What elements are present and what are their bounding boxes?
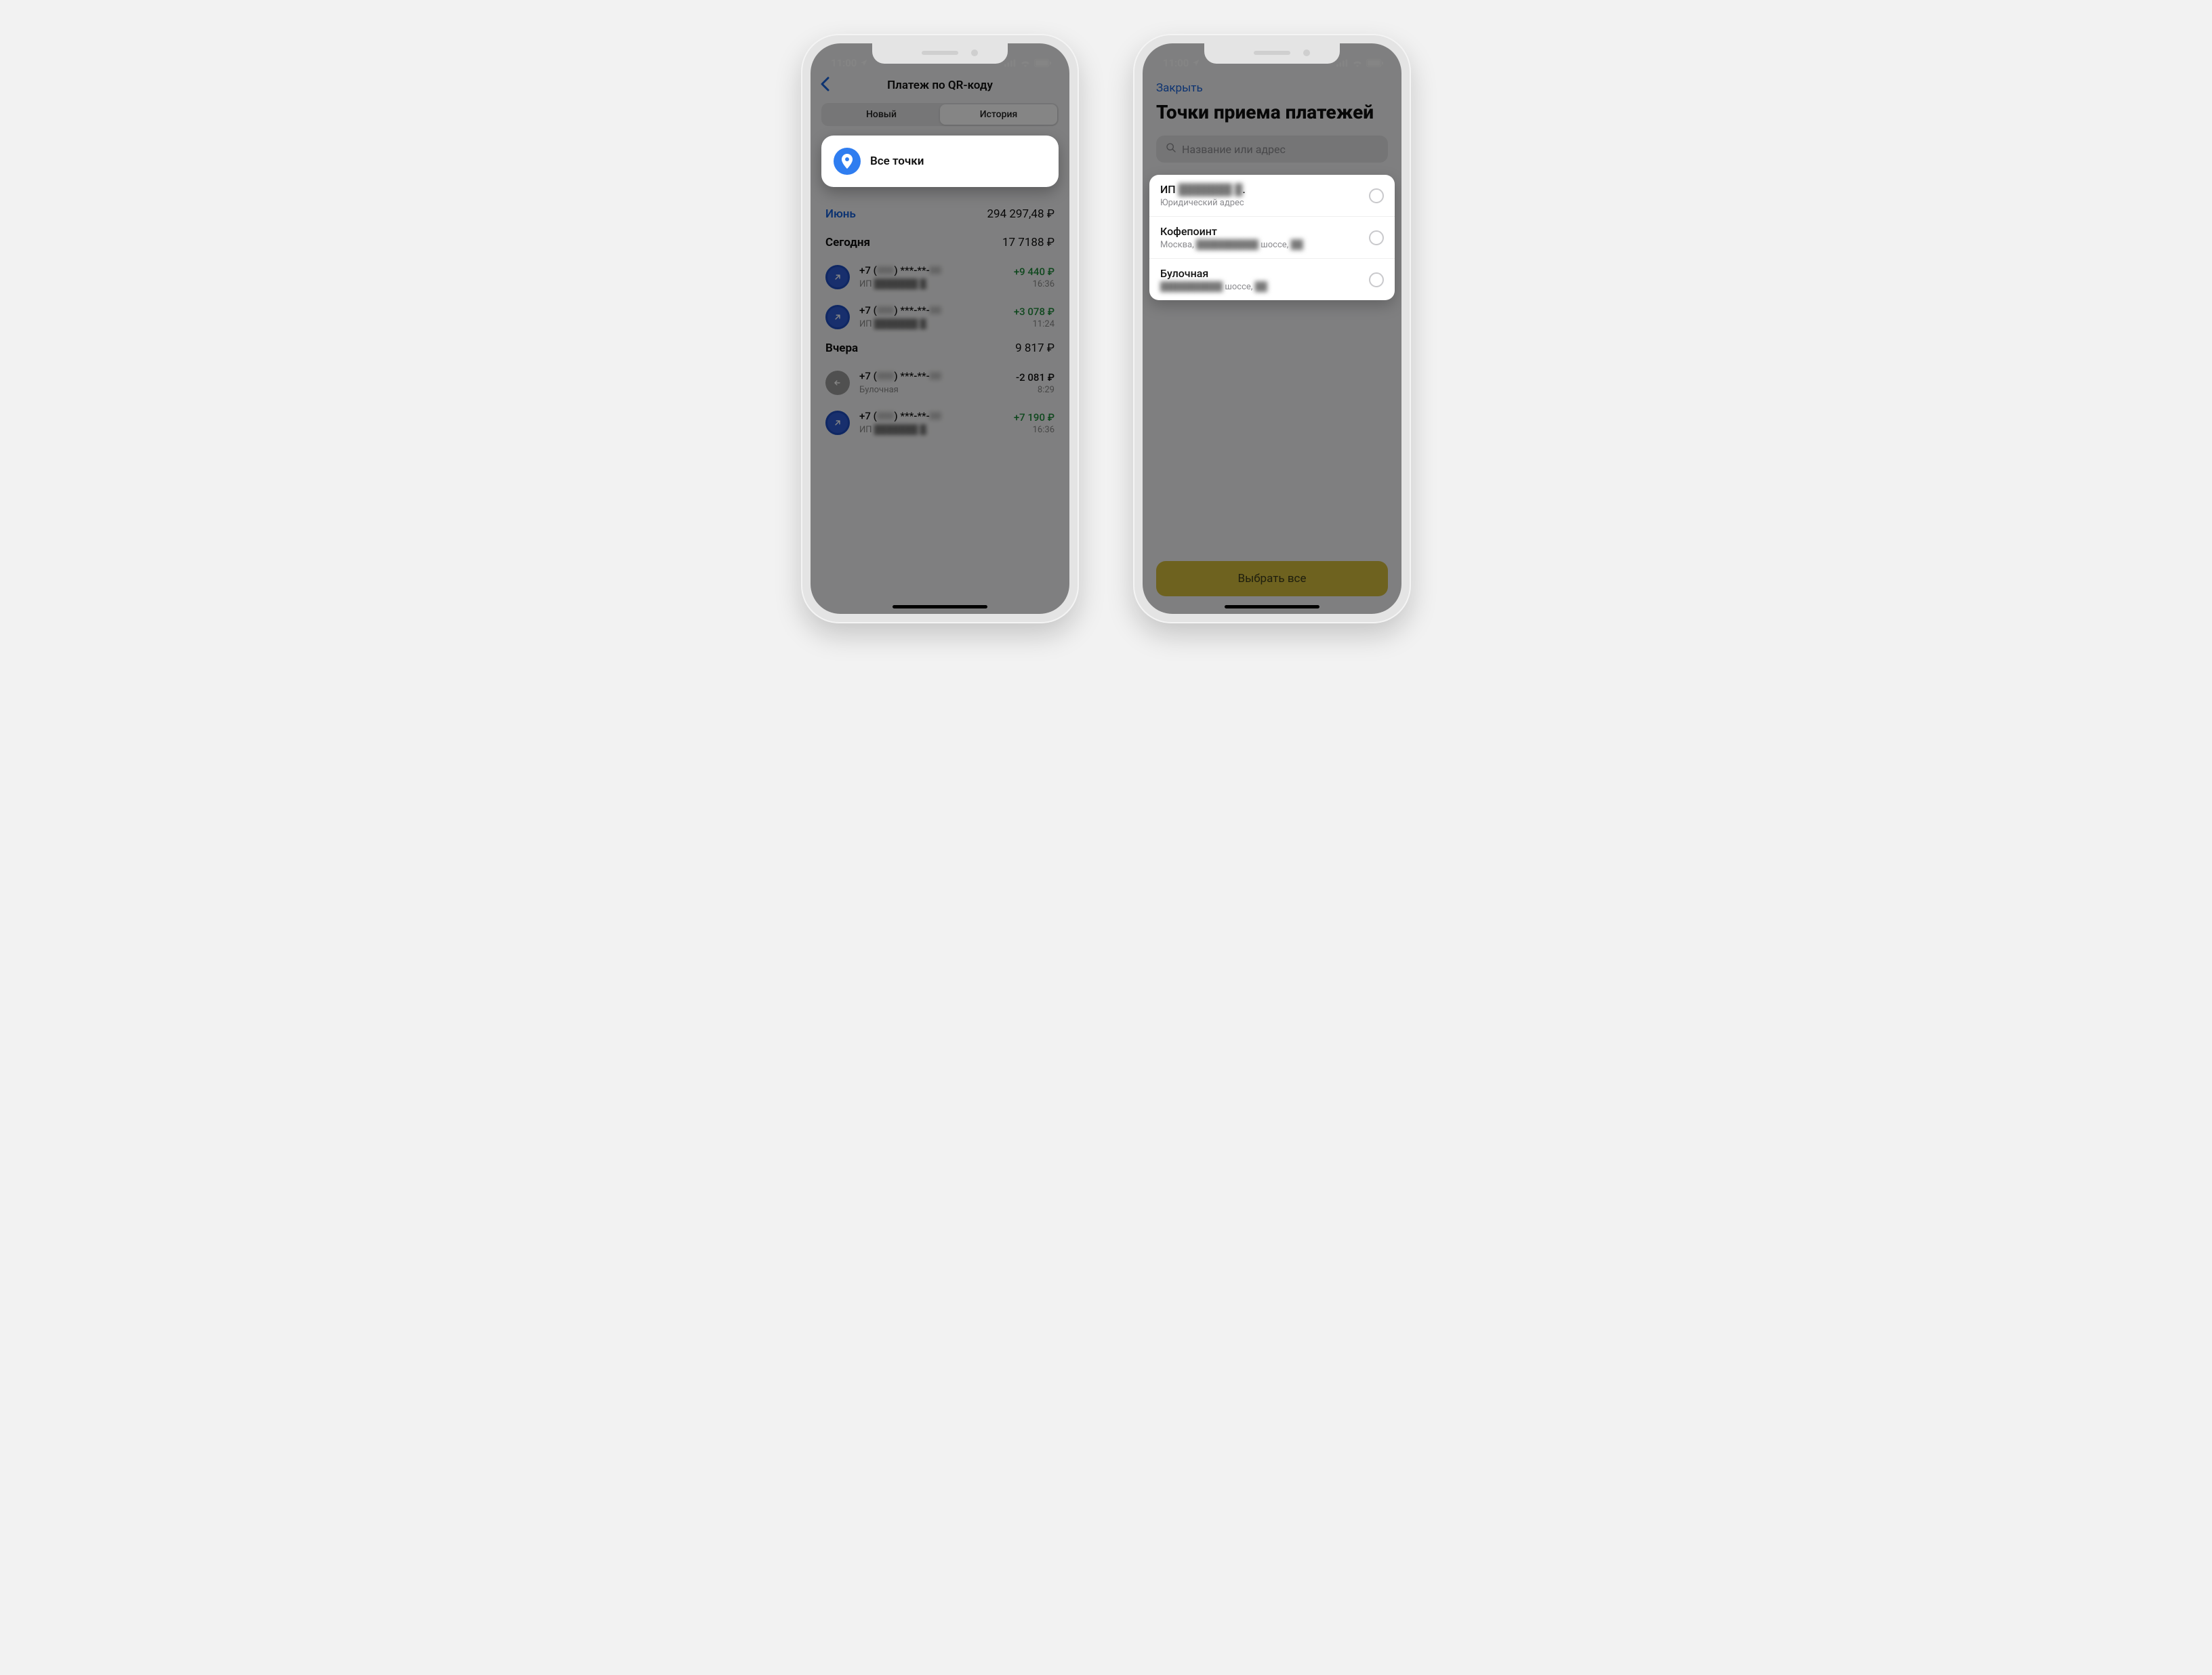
home-indicator[interactable] — [893, 605, 987, 608]
arrow-out-icon — [825, 411, 850, 435]
arrow-out-icon — [825, 265, 850, 289]
group-title: Сегодня — [825, 236, 870, 249]
txn-phone: +7 (000) ***-**-00 — [859, 304, 1004, 316]
front-camera — [971, 49, 978, 56]
txn-amount: +7 190 ₽ — [1014, 411, 1054, 423]
phone-right-screen: 11:00 Закрыть — [1143, 43, 1401, 614]
wifi-icon — [1020, 59, 1031, 67]
txn-subtitle: ИП ███████ █. — [859, 425, 928, 435]
radio-button[interactable] — [1369, 188, 1384, 203]
phone-right-frame: 11:00 Закрыть — [1133, 34, 1411, 623]
tab-new[interactable]: Новый — [823, 104, 940, 125]
radio-button[interactable] — [1369, 230, 1384, 245]
transaction-row[interactable]: +7 (000) ***-**-00 Булочная -2 081 ₽8:29 — [811, 365, 1069, 405]
transaction-row[interactable]: +7 (000) ***-**-00 ИП ███████ █. +9 440 ₽1… — [811, 259, 1069, 299]
segmented-control[interactable]: Новый История — [821, 103, 1059, 126]
arrow-out-icon — [825, 305, 850, 329]
txn-phone: +7 (000) ***-**-00 — [859, 370, 1006, 382]
month-label: Июнь — [825, 207, 856, 221]
signal-icon — [1336, 59, 1349, 67]
month-total: 294 297,48 ₽ — [987, 207, 1055, 221]
battery-icon — [1366, 59, 1384, 67]
list-item[interactable]: КофепоинтМосква, ██████████ шоссе, ██ — [1149, 216, 1395, 258]
point-name: Кофепоинт — [1160, 225, 1361, 238]
front-camera — [1303, 49, 1310, 56]
txn-amount: +9 440 ₽ — [1014, 266, 1054, 278]
point-address: Юридический адрес — [1160, 198, 1361, 208]
nav-bar: Платеж по QR-коду — [811, 73, 1069, 99]
txn-phone: +7 (000) ***-**-00 — [859, 264, 1004, 276]
stage: 11:00 — [801, 34, 1411, 623]
select-all-button[interactable]: Выбрать все — [1156, 561, 1388, 596]
location-icon — [860, 59, 868, 67]
wifi-icon — [1352, 59, 1363, 67]
phone-left-screen: 11:00 — [811, 43, 1069, 614]
arrow-left-icon — [825, 371, 850, 395]
all-points-card[interactable]: Все точки — [821, 136, 1059, 187]
txn-subtitle: Булочная — [859, 385, 899, 395]
speaker-grille — [1254, 51, 1290, 55]
status-time: 11:00 — [1163, 57, 1189, 69]
month-summary-row[interactable]: Июнь 294 297,48 ₽ — [811, 202, 1069, 233]
group-header: Вчера 9 817 ₽ — [811, 339, 1069, 365]
search-placeholder: Название или адрес — [1182, 143, 1286, 156]
group-total: 9 817 ₽ — [1015, 342, 1054, 355]
home-indicator[interactable] — [1225, 605, 1319, 608]
back-button[interactable] — [820, 77, 830, 95]
points-list: ИП ███████ █.Юридический адресКофепоинтМ… — [1149, 175, 1395, 300]
sheet-title: Точки приема платежей — [1143, 98, 1401, 136]
txn-subtitle: ИП ███████ █. — [859, 279, 928, 289]
close-link[interactable]: Закрыть — [1143, 73, 1401, 98]
txn-amount: +3 078 ₽ — [1014, 306, 1054, 318]
search-icon — [1166, 142, 1176, 156]
transaction-row[interactable]: +7 (000) ***-**-00 ИП ███████ █. +3 078 ₽1… — [811, 299, 1069, 339]
point-name: ИП ███████ █. — [1160, 183, 1361, 197]
point-address: Москва, ██████████ шоссе, ██ — [1160, 239, 1361, 250]
radio-button[interactable] — [1369, 272, 1384, 287]
txn-time: 11:24 — [1014, 319, 1054, 329]
list-item[interactable]: ИП ███████ █.Юридический адрес — [1149, 175, 1395, 216]
speaker-grille — [922, 51, 958, 55]
txn-time: 16:36 — [1014, 279, 1054, 289]
signal-icon — [1004, 59, 1017, 67]
txn-amount: -2 081 ₽ — [1016, 371, 1054, 384]
transaction-row[interactable]: +7 (000) ***-**-00 ИП ███████ █. +7 190 ₽ 1… — [811, 405, 1069, 444]
status-time: 11:00 — [831, 57, 857, 69]
group-header: Сегодня 17 7188 ₽ — [811, 233, 1069, 259]
notch — [872, 43, 1008, 64]
group-total: 17 7188 ₽ — [1002, 236, 1054, 249]
page-title: Платеж по QR-коду — [887, 79, 993, 92]
point-name: Булочная — [1160, 267, 1361, 280]
all-points-label: Все точки — [870, 154, 924, 168]
group-title: Вчера — [825, 342, 858, 355]
txn-phone: +7 (000) ***-**-00 — [859, 410, 1004, 422]
tab-history[interactable]: История — [940, 104, 1057, 125]
notch — [1204, 43, 1340, 64]
txn-time: 16:36 — [1014, 425, 1054, 435]
txn-subtitle: ИП ███████ █. — [859, 319, 928, 329]
pin-icon — [834, 148, 861, 175]
txn-time: 8:29 — [1016, 385, 1054, 395]
point-address: ██████████ шоссе, ██ — [1160, 281, 1361, 292]
location-icon — [1192, 59, 1200, 67]
battery-icon — [1034, 59, 1052, 67]
search-input[interactable]: Название или адрес — [1156, 136, 1388, 163]
phone-left-frame: 11:00 — [801, 34, 1079, 623]
list-item[interactable]: Булочная██████████ шоссе, ██ — [1149, 258, 1395, 300]
